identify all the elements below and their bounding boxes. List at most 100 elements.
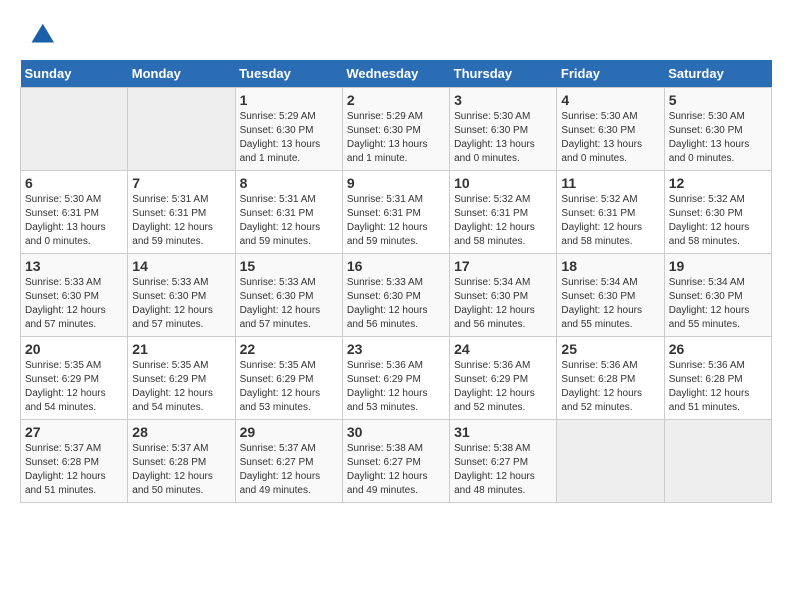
sunrise-label: Sunrise: 5:36 AM bbox=[669, 360, 745, 371]
day-number: 15 bbox=[240, 258, 338, 274]
calendar-cell bbox=[21, 88, 128, 171]
sunrise-label: Sunrise: 5:38 AM bbox=[347, 443, 423, 454]
sunset-label: Sunset: 6:29 PM bbox=[25, 374, 99, 385]
sunrise-label: Sunrise: 5:29 AM bbox=[240, 111, 316, 122]
sunset-label: Sunset: 6:31 PM bbox=[454, 208, 528, 219]
calendar-cell bbox=[557, 420, 664, 503]
logo bbox=[20, 20, 54, 50]
sunrise-label: Sunrise: 5:29 AM bbox=[347, 111, 423, 122]
calendar-cell: 17 Sunrise: 5:34 AM Sunset: 6:30 PM Dayl… bbox=[450, 254, 557, 337]
sunset-label: Sunset: 6:27 PM bbox=[347, 457, 421, 468]
sunset-label: Sunset: 6:30 PM bbox=[240, 291, 314, 302]
day-info: Sunrise: 5:33 AM Sunset: 6:30 PM Dayligh… bbox=[25, 276, 123, 332]
daylight-label: Daylight: 12 hours and 48 minutes. bbox=[454, 471, 535, 496]
calendar-cell: 26 Sunrise: 5:36 AM Sunset: 6:28 PM Dayl… bbox=[664, 337, 771, 420]
calendar-cell: 22 Sunrise: 5:35 AM Sunset: 6:29 PM Dayl… bbox=[235, 337, 342, 420]
calendar-cell: 14 Sunrise: 5:33 AM Sunset: 6:30 PM Dayl… bbox=[128, 254, 235, 337]
day-info: Sunrise: 5:36 AM Sunset: 6:28 PM Dayligh… bbox=[669, 359, 767, 415]
day-info: Sunrise: 5:36 AM Sunset: 6:29 PM Dayligh… bbox=[454, 359, 552, 415]
calendar-cell: 15 Sunrise: 5:33 AM Sunset: 6:30 PM Dayl… bbox=[235, 254, 342, 337]
sunrise-label: Sunrise: 5:35 AM bbox=[132, 360, 208, 371]
calendar-cell bbox=[128, 88, 235, 171]
calendar-cell: 13 Sunrise: 5:33 AM Sunset: 6:30 PM Dayl… bbox=[21, 254, 128, 337]
sunset-label: Sunset: 6:30 PM bbox=[132, 291, 206, 302]
sunrise-label: Sunrise: 5:31 AM bbox=[347, 194, 423, 205]
daylight-label: Daylight: 12 hours and 57 minutes. bbox=[240, 305, 321, 330]
sunrise-label: Sunrise: 5:33 AM bbox=[132, 277, 208, 288]
daylight-label: Daylight: 12 hours and 52 minutes. bbox=[561, 388, 642, 413]
calendar-cell: 11 Sunrise: 5:32 AM Sunset: 6:31 PM Dayl… bbox=[557, 171, 664, 254]
sunset-label: Sunset: 6:28 PM bbox=[561, 374, 635, 385]
daylight-label: Daylight: 12 hours and 50 minutes. bbox=[132, 471, 213, 496]
weekday-header: Friday bbox=[557, 60, 664, 88]
calendar-cell: 25 Sunrise: 5:36 AM Sunset: 6:28 PM Dayl… bbox=[557, 337, 664, 420]
daylight-label: Daylight: 12 hours and 59 minutes. bbox=[347, 222, 428, 247]
sunrise-label: Sunrise: 5:34 AM bbox=[561, 277, 637, 288]
sunrise-label: Sunrise: 5:36 AM bbox=[347, 360, 423, 371]
day-number: 19 bbox=[669, 258, 767, 274]
day-number: 20 bbox=[25, 341, 123, 357]
day-info: Sunrise: 5:38 AM Sunset: 6:27 PM Dayligh… bbox=[454, 442, 552, 498]
calendar-cell: 24 Sunrise: 5:36 AM Sunset: 6:29 PM Dayl… bbox=[450, 337, 557, 420]
calendar-body: 1 Sunrise: 5:29 AM Sunset: 6:30 PM Dayli… bbox=[21, 88, 772, 503]
sunset-label: Sunset: 6:28 PM bbox=[25, 457, 99, 468]
sunset-label: Sunset: 6:31 PM bbox=[25, 208, 99, 219]
sunrise-label: Sunrise: 5:38 AM bbox=[454, 443, 530, 454]
day-number: 1 bbox=[240, 92, 338, 108]
sunrise-label: Sunrise: 5:33 AM bbox=[25, 277, 101, 288]
calendar-cell: 18 Sunrise: 5:34 AM Sunset: 6:30 PM Dayl… bbox=[557, 254, 664, 337]
day-info: Sunrise: 5:37 AM Sunset: 6:27 PM Dayligh… bbox=[240, 442, 338, 498]
daylight-label: Daylight: 12 hours and 59 minutes. bbox=[240, 222, 321, 247]
day-number: 27 bbox=[25, 424, 123, 440]
weekday-header: Thursday bbox=[450, 60, 557, 88]
daylight-label: Daylight: 12 hours and 52 minutes. bbox=[454, 388, 535, 413]
sunset-label: Sunset: 6:29 PM bbox=[347, 374, 421, 385]
day-number: 29 bbox=[240, 424, 338, 440]
sunrise-label: Sunrise: 5:32 AM bbox=[561, 194, 637, 205]
calendar-cell: 21 Sunrise: 5:35 AM Sunset: 6:29 PM Dayl… bbox=[128, 337, 235, 420]
day-info: Sunrise: 5:30 AM Sunset: 6:30 PM Dayligh… bbox=[561, 110, 659, 166]
sunset-label: Sunset: 6:30 PM bbox=[669, 125, 743, 136]
sunrise-label: Sunrise: 5:36 AM bbox=[454, 360, 530, 371]
calendar-week-row: 6 Sunrise: 5:30 AM Sunset: 6:31 PM Dayli… bbox=[21, 171, 772, 254]
sunset-label: Sunset: 6:29 PM bbox=[454, 374, 528, 385]
sunset-label: Sunset: 6:31 PM bbox=[132, 208, 206, 219]
calendar-cell: 20 Sunrise: 5:35 AM Sunset: 6:29 PM Dayl… bbox=[21, 337, 128, 420]
sunrise-label: Sunrise: 5:34 AM bbox=[454, 277, 530, 288]
sunset-label: Sunset: 6:30 PM bbox=[347, 125, 421, 136]
daylight-label: Daylight: 12 hours and 49 minutes. bbox=[240, 471, 321, 496]
sunrise-label: Sunrise: 5:30 AM bbox=[454, 111, 530, 122]
sunrise-label: Sunrise: 5:37 AM bbox=[25, 443, 101, 454]
day-number: 21 bbox=[132, 341, 230, 357]
sunrise-label: Sunrise: 5:37 AM bbox=[132, 443, 208, 454]
sunset-label: Sunset: 6:29 PM bbox=[132, 374, 206, 385]
day-info: Sunrise: 5:30 AM Sunset: 6:30 PM Dayligh… bbox=[669, 110, 767, 166]
sunset-label: Sunset: 6:30 PM bbox=[347, 291, 421, 302]
sunrise-label: Sunrise: 5:31 AM bbox=[240, 194, 316, 205]
day-info: Sunrise: 5:34 AM Sunset: 6:30 PM Dayligh… bbox=[454, 276, 552, 332]
day-info: Sunrise: 5:32 AM Sunset: 6:31 PM Dayligh… bbox=[561, 193, 659, 249]
sunset-label: Sunset: 6:31 PM bbox=[561, 208, 635, 219]
calendar-cell: 28 Sunrise: 5:37 AM Sunset: 6:28 PM Dayl… bbox=[128, 420, 235, 503]
sunset-label: Sunset: 6:30 PM bbox=[561, 125, 635, 136]
daylight-label: Daylight: 13 hours and 0 minutes. bbox=[561, 139, 642, 164]
calendar-cell bbox=[664, 420, 771, 503]
day-number: 8 bbox=[240, 175, 338, 191]
sunset-label: Sunset: 6:31 PM bbox=[347, 208, 421, 219]
weekday-header: Saturday bbox=[664, 60, 771, 88]
sunset-label: Sunset: 6:31 PM bbox=[240, 208, 314, 219]
day-number: 11 bbox=[561, 175, 659, 191]
day-number: 26 bbox=[669, 341, 767, 357]
day-info: Sunrise: 5:35 AM Sunset: 6:29 PM Dayligh… bbox=[25, 359, 123, 415]
calendar-cell: 16 Sunrise: 5:33 AM Sunset: 6:30 PM Dayl… bbox=[342, 254, 449, 337]
calendar-cell: 5 Sunrise: 5:30 AM Sunset: 6:30 PM Dayli… bbox=[664, 88, 771, 171]
calendar-cell: 9 Sunrise: 5:31 AM Sunset: 6:31 PM Dayli… bbox=[342, 171, 449, 254]
daylight-label: Daylight: 13 hours and 0 minutes. bbox=[25, 222, 106, 247]
daylight-label: Daylight: 12 hours and 54 minutes. bbox=[25, 388, 106, 413]
daylight-label: Daylight: 12 hours and 49 minutes. bbox=[347, 471, 428, 496]
daylight-label: Daylight: 13 hours and 1 minute. bbox=[347, 139, 428, 164]
sunset-label: Sunset: 6:30 PM bbox=[454, 125, 528, 136]
sunrise-label: Sunrise: 5:34 AM bbox=[669, 277, 745, 288]
day-number: 13 bbox=[25, 258, 123, 274]
daylight-label: Daylight: 12 hours and 51 minutes. bbox=[669, 388, 750, 413]
